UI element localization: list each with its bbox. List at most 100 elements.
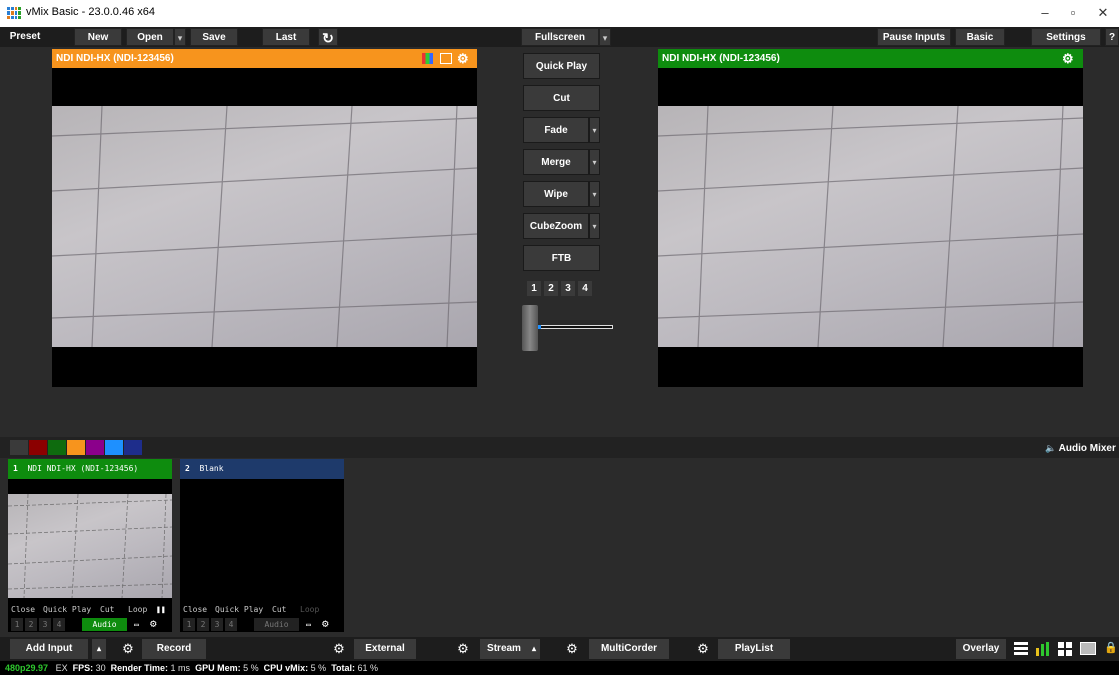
input-1-name: NDI NDI-HX (NDI-123456) <box>27 464 139 473</box>
playlist-settings-gear-icon[interactable]: ⚙ <box>693 639 713 659</box>
input-1-layer-2[interactable]: 2 <box>25 618 37 631</box>
input-1-pause-icon[interactable]: ❚❚ <box>156 603 166 616</box>
input-2-layer-2[interactable]: 2 <box>197 618 209 631</box>
playlist-button[interactable]: PlayList <box>718 639 790 659</box>
wipe-dropdown-icon[interactable]: ▾ <box>589 181 600 207</box>
color-swatch-3[interactable] <box>48 440 66 455</box>
color-swatch-1[interactable] <box>10 440 28 455</box>
preview-settings-gear-icon[interactable]: ⚙ <box>457 49 469 68</box>
multicorder-settings-gear-icon[interactable]: ⚙ <box>562 639 582 659</box>
save-button[interactable]: Save <box>190 28 238 46</box>
merge-dropdown-icon[interactable]: ▾ <box>589 149 600 175</box>
input-2-layer-3[interactable]: 3 <box>211 618 223 631</box>
output-screen[interactable] <box>658 68 1083 387</box>
input-1-settings-gear-icon[interactable]: ⚙ <box>150 617 157 630</box>
wipe-button[interactable]: Wipe <box>523 181 589 207</box>
minimize-icon[interactable]: – <box>1035 5 1055 20</box>
render-time-label: Render Time: <box>110 663 169 673</box>
vmix-app-icon <box>7 7 21 19</box>
open-button[interactable]: Open <box>126 28 174 46</box>
color-bars-icon[interactable] <box>422 53 433 64</box>
input-2-loop-button[interactable]: Loop <box>300 603 319 616</box>
preset-button[interactable]: Preset <box>2 28 48 46</box>
stream-button[interactable]: Stream <box>480 639 528 659</box>
fullscreen-preview-icon[interactable] <box>440 53 452 64</box>
list-view-icon[interactable] <box>1014 642 1028 655</box>
fps-label: FPS: <box>72 663 94 673</box>
total-value: 61 % <box>357 663 379 673</box>
input-2-quick-play-button[interactable]: Quick Play <box>215 603 263 616</box>
input-1-header[interactable]: 1 NDI NDI-HX (NDI-123456) <box>8 459 172 479</box>
open-dropdown-icon[interactable]: ▾ <box>174 28 186 46</box>
cubezoom-button[interactable]: CubeZoom <box>523 213 589 239</box>
input-2-cut-button[interactable]: Cut <box>272 603 286 616</box>
last-button[interactable]: Last <box>262 28 310 46</box>
quick-play-button[interactable]: Quick Play <box>523 53 600 79</box>
input-1-thumbnail <box>8 494 172 598</box>
fade-button[interactable]: Fade <box>523 117 589 143</box>
input-1-layer-3[interactable]: 3 <box>39 618 51 631</box>
close-icon[interactable]: ✕ <box>1093 5 1113 21</box>
merge-button[interactable]: Merge <box>523 149 589 175</box>
stream-dropdown-icon[interactable]: ▴ <box>528 639 540 659</box>
input-1-layer-4[interactable]: 4 <box>53 618 65 631</box>
transition-number-1[interactable]: 1 <box>527 281 541 296</box>
input-1-quick-play-button[interactable]: Quick Play <box>43 603 91 616</box>
tbar-track[interactable] <box>537 325 613 329</box>
overlay-button[interactable]: Overlay <box>956 639 1006 659</box>
preview-screen[interactable] <box>52 68 477 387</box>
audio-meter-icon[interactable] <box>1036 642 1052 656</box>
input-2-header[interactable]: 2 Blank <box>180 459 344 479</box>
refresh-icon[interactable]: ↻ <box>318 28 338 46</box>
color-swatch-4[interactable] <box>67 440 85 455</box>
record-button[interactable]: Record <box>142 639 206 659</box>
color-swatch-6[interactable] <box>105 440 123 455</box>
input-2-layer-1[interactable]: 1 <box>183 618 195 631</box>
pause-inputs-button[interactable]: Pause Inputs <box>877 28 951 46</box>
input-card-2[interactable]: 2 Blank Close Quick Play Cut Loop 1 2 3 … <box>180 459 344 632</box>
output-settings-gear-icon[interactable]: ⚙ <box>1062 49 1074 68</box>
color-swatch-7[interactable] <box>124 440 142 455</box>
transition-number-2[interactable]: 2 <box>544 281 558 296</box>
lock-icon[interactable]: 🔒 <box>1104 641 1118 654</box>
color-swatch-5[interactable] <box>86 440 104 455</box>
input-1-layer-1[interactable]: 1 <box>11 618 23 631</box>
external-button[interactable]: External <box>354 639 416 659</box>
input-2-layer-4[interactable]: 4 <box>225 618 237 631</box>
transition-number-3[interactable]: 3 <box>561 281 575 296</box>
ftb-button[interactable]: FTB <box>523 245 600 271</box>
audio-mixer-toggle[interactable]: 🔈 Audio Mixer <box>1045 443 1116 454</box>
multicorder-button[interactable]: MultiCorder <box>589 639 669 659</box>
settings-button[interactable]: Settings <box>1031 28 1101 46</box>
new-button[interactable]: New <box>74 28 122 46</box>
cubezoom-dropdown-icon[interactable]: ▾ <box>589 213 600 239</box>
input-card-1[interactable]: 1 NDI NDI-HX (NDI-123456) Close Quick Pl… <box>8 459 172 632</box>
input-1-audio-button[interactable]: Audio <box>82 618 127 631</box>
help-button[interactable]: ? <box>1105 28 1119 46</box>
snapshot-icon[interactable] <box>1080 642 1096 655</box>
grid-view-icon[interactable] <box>1058 642 1072 656</box>
color-swatch-2[interactable] <box>29 440 47 455</box>
record-settings-gear-icon[interactable]: ⚙ <box>118 639 138 659</box>
maximize-icon[interactable]: ▫ <box>1063 5 1083 20</box>
fullscreen-dropdown-icon[interactable]: ▾ <box>599 28 611 46</box>
input-2-settings-gear-icon[interactable]: ⚙ <box>322 617 329 630</box>
tbar-handle[interactable] <box>522 305 538 351</box>
fade-dropdown-icon[interactable]: ▾ <box>589 117 600 143</box>
fullscreen-button[interactable]: Fullscreen <box>521 28 599 46</box>
stream-settings-gear-icon[interactable]: ⚙ <box>453 639 473 659</box>
input-2-close-button[interactable]: Close <box>183 603 207 616</box>
transition-number-4[interactable]: 4 <box>578 281 592 296</box>
input-1-close-button[interactable]: Close <box>11 603 35 616</box>
output-title: NDI NDI-HX (NDI-123456) <box>662 53 780 64</box>
cut-button[interactable]: Cut <box>523 85 600 111</box>
input-1-cut-button[interactable]: Cut <box>100 603 114 616</box>
add-input-button[interactable]: Add Input <box>10 639 88 659</box>
input-2-monitor-icon[interactable]: ▭ <box>306 618 311 631</box>
add-input-dropdown-icon[interactable]: ▴ <box>92 639 106 659</box>
external-settings-gear-icon[interactable]: ⚙ <box>329 639 349 659</box>
basic-button[interactable]: Basic <box>955 28 1005 46</box>
input-2-audio-button[interactable]: Audio <box>254 618 299 631</box>
input-1-monitor-icon[interactable]: ▭ <box>134 618 139 631</box>
input-1-loop-button[interactable]: Loop <box>128 603 147 616</box>
